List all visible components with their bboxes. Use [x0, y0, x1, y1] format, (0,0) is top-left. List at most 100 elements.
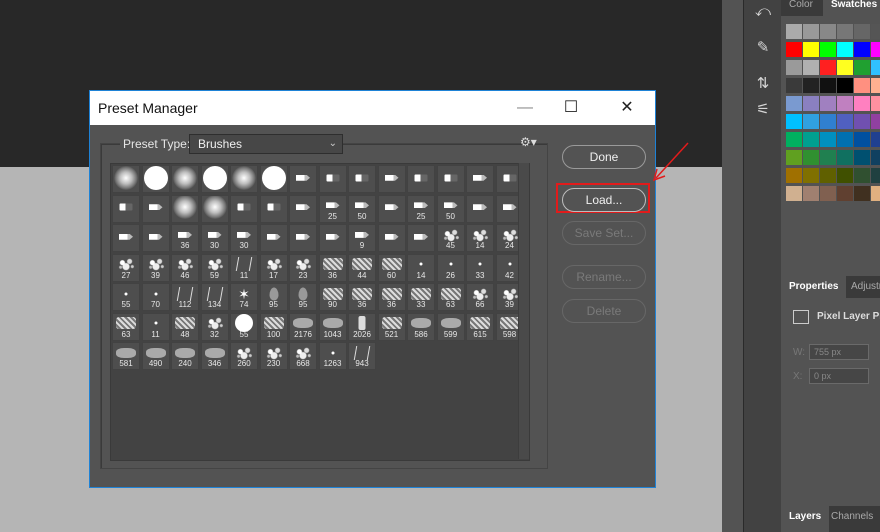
brush-preset-cell[interactable]	[377, 224, 406, 252]
swatch[interactable]	[820, 78, 836, 93]
brush-preset-cell[interactable]	[112, 194, 140, 223]
brush-preset-cell[interactable]	[289, 224, 317, 252]
swatch[interactable]	[854, 78, 870, 93]
width-field[interactable]: 755 px	[809, 344, 869, 360]
delete-button[interactable]: Delete	[562, 299, 646, 323]
brush-preset-cell[interactable]	[466, 165, 494, 193]
brush-preset-cell[interactable]: 1263	[318, 342, 347, 370]
gear-icon[interactable]: ⚙▾	[520, 135, 537, 149]
swatch[interactable]	[786, 186, 802, 201]
brush-preset-cell[interactable]: 668	[289, 342, 317, 370]
swatch[interactable]	[854, 114, 870, 129]
brush-preset-cell[interactable]	[436, 165, 465, 193]
done-button[interactable]: Done	[562, 145, 646, 169]
brush-preset-cell[interactable]: 521	[377, 312, 406, 341]
brush-preset-cell[interactable]: 60	[377, 253, 406, 282]
history-icon[interactable]: ⤺	[753, 2, 773, 22]
swatch[interactable]	[837, 114, 853, 129]
layer-comps-icon[interactable]: ⇅	[753, 74, 773, 94]
swatch[interactable]	[820, 114, 836, 129]
swatch[interactable]	[871, 168, 880, 183]
maximize-icon[interactable]: ☐	[548, 91, 594, 125]
rename-button[interactable]: Rename...	[562, 265, 646, 289]
brush-preset-cell[interactable]: 11	[230, 253, 258, 282]
tab-swatches[interactable]: Swatches	[823, 0, 880, 16]
swatch[interactable]	[786, 96, 802, 111]
tab-adjustments[interactable]: Adjustments	[843, 276, 880, 298]
brush-preset-cell[interactable]	[141, 194, 170, 223]
brush-preset-cell[interactable]: 2176	[289, 312, 317, 341]
brush-preset-cell[interactable]: 100	[259, 312, 288, 341]
swatch[interactable]	[803, 96, 819, 111]
swatch[interactable]	[820, 42, 836, 57]
brush-preset-cell[interactable]: 230	[259, 342, 288, 370]
brush-preset-cell[interactable]	[200, 194, 229, 223]
swatch[interactable]	[820, 96, 836, 111]
brush-preset-cell[interactable]: 25	[407, 194, 435, 223]
brush-preset-cell[interactable]: 112	[171, 283, 199, 311]
brush-preset-cell[interactable]: 50	[348, 194, 376, 223]
brush-preset-cell[interactable]: 55	[112, 283, 140, 311]
brush-preset-cell[interactable]	[230, 165, 258, 193]
brush-preset-cell[interactable]	[407, 224, 435, 252]
swatch[interactable]	[837, 60, 853, 75]
brush-preset-cell[interactable]: 63	[112, 312, 140, 341]
swatch[interactable]	[786, 150, 802, 165]
swatch[interactable]	[871, 96, 880, 111]
swatch[interactable]	[871, 78, 880, 93]
brush-preset-cell[interactable]: 586	[407, 312, 435, 341]
swatch[interactable]	[854, 42, 870, 57]
brush-preset-cell[interactable]: 1043	[318, 312, 347, 341]
brush-preset-cell[interactable]: 30	[200, 224, 229, 252]
swatch[interactable]	[786, 60, 802, 75]
swatch[interactable]	[803, 60, 819, 75]
swatch[interactable]	[837, 168, 853, 183]
tab-layers[interactable]: Layers	[781, 506, 830, 532]
brush-preset-cell[interactable]: 134	[200, 283, 229, 311]
swatch[interactable]	[786, 114, 802, 129]
swatch[interactable]	[803, 42, 819, 57]
brush-preset-cell[interactable]: 90	[318, 283, 347, 311]
brush-preset-cell[interactable]	[259, 224, 288, 252]
brush-preset-cell[interactable]: 490	[141, 342, 170, 370]
swatch[interactable]	[820, 132, 836, 147]
brush-preset-cell[interactable]	[200, 165, 229, 193]
tab-channels[interactable]: Channels	[823, 506, 880, 532]
brush-preset-cell[interactable]: 36	[318, 253, 347, 282]
swatch[interactable]	[786, 168, 802, 183]
brush-preset-cell[interactable]: 46	[171, 253, 199, 282]
brush-preset-cell[interactable]: 48	[171, 312, 199, 341]
swatch[interactable]	[820, 186, 836, 201]
brush-preset-cell[interactable]: 95	[289, 283, 317, 311]
swatch[interactable]	[854, 60, 870, 75]
brush-preset-cell[interactable]	[141, 165, 170, 193]
brush-preset-cell[interactable]: 599	[436, 312, 465, 341]
swatch[interactable]	[837, 186, 853, 201]
brush-preset-cell[interactable]	[141, 224, 170, 252]
brush-settings-icon[interactable]: ✎	[753, 38, 773, 58]
swatch[interactable]	[837, 150, 853, 165]
preset-type-select[interactable]: Brushes ⌄	[189, 134, 343, 154]
swatch[interactable]	[803, 168, 819, 183]
swatch[interactable]	[837, 24, 853, 39]
brush-preset-cell[interactable]: 63	[436, 283, 465, 311]
brush-preset-cell[interactable]	[289, 165, 317, 193]
swatch[interactable]	[871, 42, 880, 57]
brush-preset-cell[interactable]	[230, 194, 258, 223]
brush-preset-cell[interactable]: 36	[348, 283, 376, 311]
swatch[interactable]	[871, 186, 880, 201]
brush-preset-cell[interactable]: 23	[289, 253, 317, 282]
swatch[interactable]	[837, 78, 853, 93]
brush-preset-cell[interactable]: 25	[318, 194, 347, 223]
x-field[interactable]: 0 px	[809, 368, 869, 384]
brush-preset-cell[interactable]	[318, 165, 347, 193]
brush-preset-cell[interactable]: 17	[259, 253, 288, 282]
brush-preset-cell[interactable]: 66	[466, 283, 494, 311]
brush-preset-cell[interactable]: 33	[407, 283, 435, 311]
swatch[interactable]	[786, 78, 802, 93]
save-set-button[interactable]: Save Set...	[562, 221, 646, 245]
brush-preset-cell[interactable]: 11	[141, 312, 170, 341]
swatch[interactable]	[803, 186, 819, 201]
swatch[interactable]	[803, 78, 819, 93]
brush-preset-cell[interactable]	[259, 194, 288, 223]
